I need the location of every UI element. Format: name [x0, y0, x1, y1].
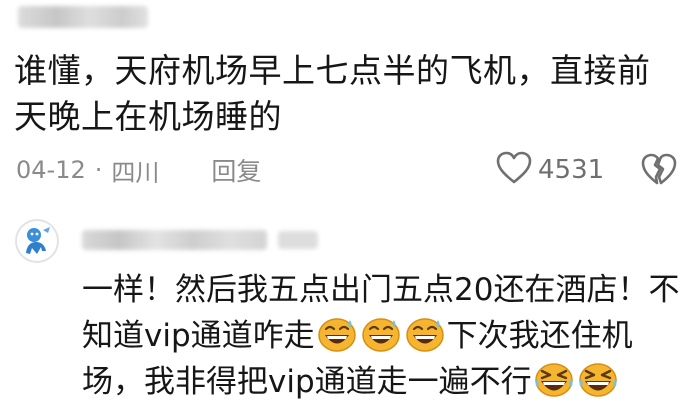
- comment-meta: 04-12 · 四川 回复: [16, 152, 261, 188]
- blurred-reply-username[interactable]: [82, 230, 267, 250]
- blurred-reply-badge: [278, 231, 318, 249]
- avatar-figure-icon: [26, 227, 50, 254]
- laughing-squint-emoji: [534, 362, 574, 398]
- reply-comment: 一样！然后我五点出门五点20还在酒店！不知道vip通道咋走 下次我还住机场，我非…: [0, 205, 690, 414]
- grinning-sweat-emoji: [361, 316, 401, 352]
- comment-location: 四川: [111, 158, 160, 187]
- grinning-sweat-emoji: [317, 316, 357, 352]
- grinning-sweat-emoji: [405, 316, 445, 352]
- broken-heart-icon[interactable]: [641, 153, 677, 191]
- reply-button[interactable]: 回复: [211, 152, 261, 188]
- like-count: 4531: [538, 155, 605, 185]
- like-button[interactable]: 4531: [496, 150, 604, 190]
- comment-text: 谁懂，天府机场早上七点半的飞机，直接前天晚上在机场睡的: [14, 51, 651, 136]
- meta-separator: ·: [94, 156, 103, 184]
- heart-outline-icon: [496, 151, 532, 189]
- laughing-squint-emoji: [578, 362, 618, 398]
- reply-text: 一样！然后我五点出门五点20还在酒店！不知道vip通道咋走 下次我还住机场，我非…: [82, 267, 682, 405]
- avatar[interactable]: [15, 219, 59, 263]
- comment: 谁懂，天府机场早上七点半的飞机，直接前天晚上在机场睡的 04-12 · 四川 回…: [0, 0, 690, 200]
- blurred-username[interactable]: [18, 6, 148, 28]
- comment-date: 04-12: [16, 156, 86, 184]
